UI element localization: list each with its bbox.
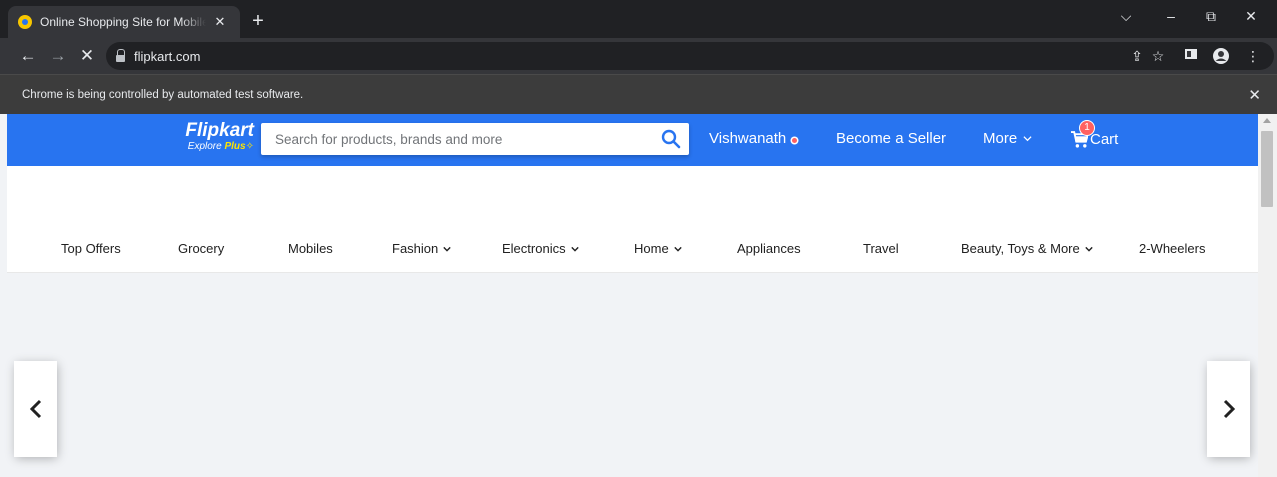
lock-icon[interactable]	[114, 49, 128, 63]
minimize-icon[interactable]: –	[1157, 8, 1185, 24]
back-icon[interactable]: ←	[17, 45, 39, 67]
logo-tagline-prefix: Explore	[187, 141, 225, 152]
chevron-left-icon	[29, 399, 41, 419]
infobar-message: Chrome is being controlled by automated …	[22, 89, 304, 101]
restore-icon[interactable]: ⧉	[1197, 8, 1225, 25]
category-label: 2-Wheelers	[1139, 241, 1206, 256]
cart-button[interactable]: 1 Cart	[1071, 120, 1119, 148]
logo-tagline: Explore Plus✧	[179, 141, 254, 153]
search-box	[261, 123, 689, 155]
forward-icon[interactable]: →	[47, 45, 69, 67]
url-text[interactable]: flipkart.com	[134, 49, 200, 64]
category-electronics[interactable]: Electronics	[502, 241, 579, 256]
cart-label: Cart	[1090, 131, 1119, 148]
category-label: Top Offers	[61, 241, 121, 256]
chevron-down-icon	[673, 246, 682, 252]
category-mobiles[interactable]: Mobiles	[288, 241, 333, 256]
side-panel-icon[interactable]	[1181, 47, 1201, 65]
more-menu[interactable]: More	[983, 130, 1032, 147]
carousel-prev-button[interactable]	[14, 361, 57, 457]
chevron-right-icon	[1223, 399, 1235, 419]
more-label: More	[983, 130, 1018, 147]
category-label: Fashion	[392, 241, 439, 256]
tab-title: Online Shopping Site for Mobiles, Electr…	[40, 15, 206, 29]
category-label: Beauty, Toys & More	[961, 241, 1080, 256]
category-home[interactable]: Home	[634, 241, 682, 256]
user-name: Vishwanath	[709, 130, 787, 147]
chevron-down-icon	[443, 246, 451, 252]
category-label: Travel	[863, 241, 899, 256]
scroll-thumb[interactable]	[1261, 131, 1273, 207]
category-travel[interactable]: Travel	[863, 241, 899, 256]
chevron-down-icon	[570, 246, 579, 252]
carousel-next-button[interactable]	[1207, 361, 1250, 457]
search-icon[interactable]	[661, 129, 681, 149]
category-appliances[interactable]: Appliances	[737, 241, 801, 256]
category-nav: Top Offers Grocery Mobiles Fashion Elect…	[7, 166, 1258, 273]
new-tab-button[interactable]: +	[248, 11, 268, 31]
stop-loading-icon[interactable]: ✕	[76, 45, 98, 67]
logo-tagline-plus: Plus	[224, 141, 246, 152]
address-bar[interactable]: flipkart.com	[106, 42, 1274, 70]
category-label: Electronics	[502, 241, 566, 256]
chevron-down-icon	[1085, 246, 1093, 252]
bookmark-star-icon[interactable]: ☆	[1148, 47, 1168, 65]
tab-close-icon[interactable]: ✕	[212, 14, 228, 30]
chrome-menu-icon[interactable]: ⋮	[1243, 47, 1263, 65]
category-fashion[interactable]: Fashion	[392, 241, 451, 256]
browser-tab[interactable]: Online Shopping Site for Mobiles, Electr…	[8, 6, 240, 38]
category-label: Appliances	[737, 241, 801, 256]
banner-carousel	[7, 273, 1258, 477]
chevron-down-icon	[1023, 136, 1032, 142]
user-account-menu[interactable]: Vishwanath	[709, 130, 798, 147]
category-label: Home	[634, 241, 669, 256]
browser-titlebar: Online Shopping Site for Mobiles, Electr…	[0, 0, 1277, 38]
browser-toolbar: ← → ✕ flipkart.com ⇪ ☆ ⋮	[0, 38, 1277, 74]
search-input[interactable]	[261, 123, 646, 155]
flipkart-header: Flipkart Explore Plus✧ Vishwanath Become…	[7, 114, 1258, 166]
flipkart-logo[interactable]: Flipkart Explore Plus✧	[179, 121, 254, 153]
tab-search-icon[interactable]: ⌵	[1112, 8, 1140, 25]
share-icon[interactable]: ⇪	[1127, 47, 1147, 65]
plus-icon: ✧	[245, 141, 254, 152]
cart-count-badge: 1	[1079, 120, 1095, 136]
flipkart-favicon-icon	[18, 15, 32, 29]
category-beauty-toys-more[interactable]: Beauty, Toys & More	[961, 241, 1093, 256]
infobar-close-icon[interactable]: ✕	[1248, 86, 1261, 104]
window-close-icon[interactable]: ✕	[1237, 8, 1265, 25]
category-label: Grocery	[178, 241, 225, 256]
page-scrollbar[interactable]	[1258, 114, 1277, 477]
automation-infobar: Chrome is being controlled by automated …	[0, 74, 1277, 114]
category-label: Mobiles	[288, 241, 333, 256]
category-top-offers[interactable]: Top Offers	[61, 241, 121, 256]
profile-avatar-icon[interactable]	[1211, 47, 1231, 69]
scroll-up-arrow-icon[interactable]	[1263, 118, 1271, 123]
category-grocery[interactable]: Grocery	[178, 241, 224, 256]
page-viewport: Flipkart Explore Plus✧ Vishwanath Become…	[0, 114, 1277, 477]
become-seller-link[interactable]: Become a Seller	[836, 130, 946, 147]
logo-wordmark: Flipkart	[185, 120, 254, 141]
notification-dot-icon	[792, 137, 798, 143]
category-2-wheelers[interactable]: 2-Wheelers	[1139, 241, 1205, 256]
